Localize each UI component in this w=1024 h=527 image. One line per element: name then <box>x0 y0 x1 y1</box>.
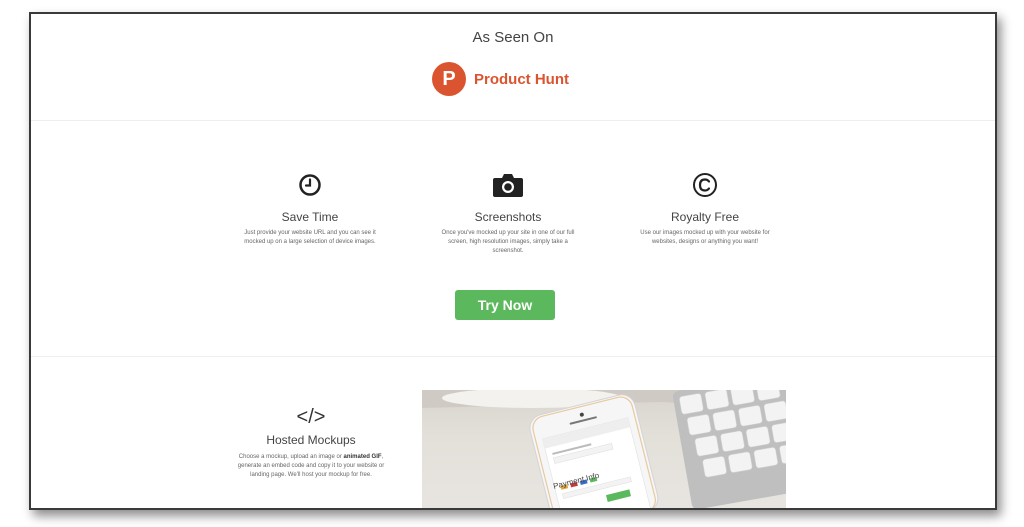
feature-royalty-free: Royalty Free Use our images mocked up wi… <box>625 168 785 247</box>
hosted-desc: Choose a mockup, upload an image or anim… <box>237 454 385 478</box>
try-now-button[interactable]: Try Now <box>455 290 555 320</box>
product-hunt-name: Product Hunt <box>474 70 569 88</box>
hosted-mockups-feature: </> Hosted Mockups Choose a mockup, uplo… <box>236 406 386 480</box>
page-frame: As Seen On P Product Hunt Save Time Just… <box>29 12 997 510</box>
hosted-title: Hosted Mockups <box>266 433 356 447</box>
as-seen-on-section: As Seen On P Product Hunt <box>31 14 995 121</box>
mockup-photo: Payment Info <box>422 390 786 508</box>
copyright-icon <box>625 168 785 202</box>
feature-desc: Once you've mocked up your site in one o… <box>441 230 575 254</box>
feature-desc: Use our images mocked up with your websi… <box>640 230 770 245</box>
feature-title: Screenshots <box>474 210 542 224</box>
feature-save-time: Save Time Just provide your website URL … <box>230 168 390 247</box>
product-hunt-link[interactable]: P Product Hunt <box>432 62 569 96</box>
features-section: Save Time Just provide your website URL … <box>31 120 995 357</box>
feature-title: Royalty Free <box>670 210 740 224</box>
hosted-mockups-section: </> Hosted Mockups Choose a mockup, uplo… <box>31 356 995 508</box>
camera-icon <box>428 168 588 202</box>
feature-title: Save Time <box>281 210 339 224</box>
code-icon: </> <box>296 406 326 428</box>
as-seen-on-title: As Seen On <box>472 29 554 46</box>
feature-screenshots: Screenshots Once you've mocked up your s… <box>428 168 588 256</box>
product-hunt-logo-icon: P <box>432 62 466 96</box>
feature-desc: Just provide your website URL and you ca… <box>244 230 376 245</box>
clock-icon <box>230 168 390 202</box>
phone-keyboard-photo: Payment Info <box>422 390 786 508</box>
